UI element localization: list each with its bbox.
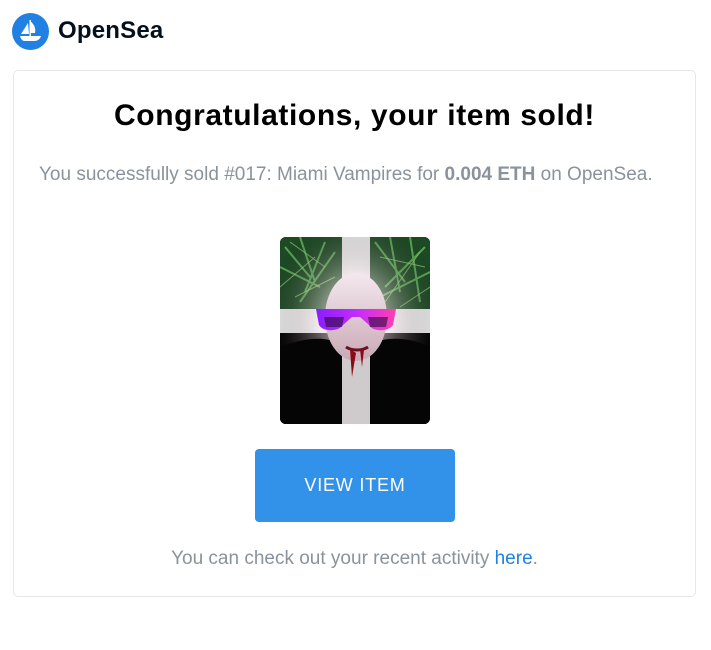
message-middle: for (411, 164, 445, 185)
opensea-logo-icon[interactable] (12, 12, 49, 50)
nft-artwork-image[interactable] (280, 237, 430, 424)
footer-suffix: . (532, 548, 538, 569)
activity-note: You can check out your recent activity h… (14, 548, 695, 570)
sale-message: You successfully sold #017: Miami Vampir… (39, 161, 670, 188)
view-item-button[interactable]: VIEW ITEM (255, 449, 455, 522)
footer-prefix: You can check out your recent activity (171, 548, 495, 569)
message-prefix: You successfully sold (39, 164, 225, 185)
message-suffix: on OpenSea. (535, 164, 653, 185)
item-name: #017: Miami Vampires (224, 164, 412, 185)
sale-notification-card: Congratulations, your item sold! You suc… (13, 70, 696, 597)
header: OpenSea (12, 12, 163, 50)
email-title: Congratulations, your item sold! (114, 99, 595, 132)
brand-name[interactable]: OpenSea (58, 17, 163, 45)
activity-link[interactable]: here (495, 548, 533, 569)
sale-price: 0.004 ETH (444, 164, 536, 185)
